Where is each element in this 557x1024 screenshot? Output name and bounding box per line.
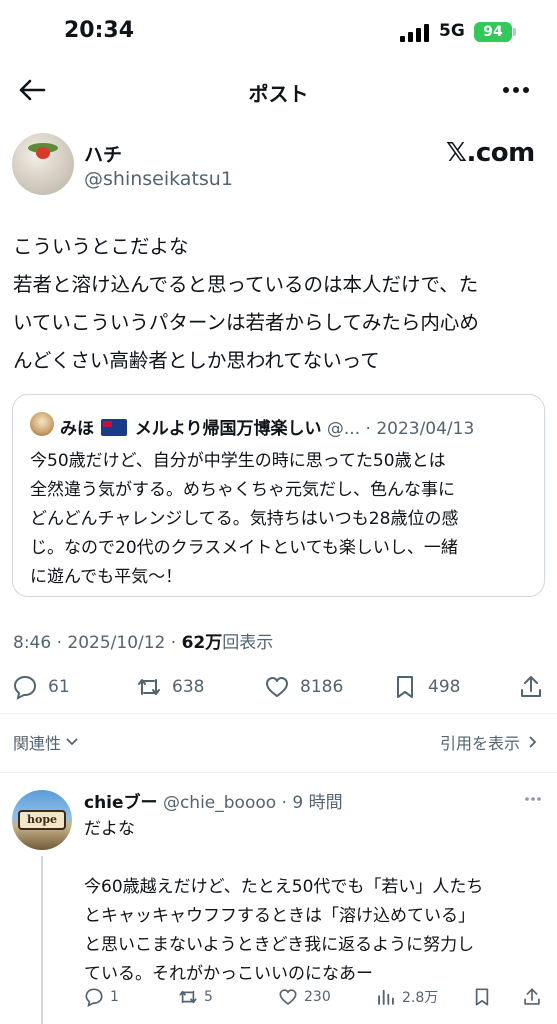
reply-repost-count: 5 [204,989,213,1005]
reply-views-count: 2.8万 [402,990,439,1006]
reply-icon [13,675,37,700]
reply-button[interactable]: 61 [12,674,70,700]
reply-handle-time: @chie_boooo · 9 時間 [162,793,343,813]
reply-text-line: ている。それがかっこいいのになあー [84,964,373,984]
post-text: こういうとこだよな 若者と溶け込んでると思っているのは本人だけで、た いていこう… [13,228,545,380]
divider [0,713,557,714]
bookmark-icon [397,676,413,698]
heart-icon [279,989,297,1005]
quoted-text-line: じ。なので20代のクラスメイトといても楽しいし、一緒 [30,538,458,558]
reply-repost-button[interactable]: 5 [178,986,213,1008]
repost-icon [179,990,197,1004]
reply-text-line: と思いこまないようときどき我に返るように努力し [84,935,475,955]
post-meta: 8:46 · 2025/10/12 · 62万回表示 [13,628,273,653]
view-quotes-link[interactable]: 引用を表示 [440,730,540,754]
chevron-down-icon [66,738,78,746]
reply-reply-count: 1 [110,989,119,1005]
author-handle[interactable]: @shinseikatsu1 [84,168,233,190]
chevron-right-icon [529,736,537,748]
bookmark-icon [475,988,489,1006]
reply-reply-button[interactable]: 1 [84,986,119,1008]
like-count: 8186 [300,677,344,697]
views-chart-icon [378,989,394,1005]
bookmark-count: 498 [428,677,461,697]
share-icon [521,676,541,697]
reply-text-line: 今60歳越えだけど、たとえ50代でも「若い」人たち [84,877,484,897]
quoted-text-line: 今50歳だけど、自分が中学生の時に思ってた50歳とは [30,451,446,471]
repost-count: 638 [172,677,205,697]
more-options-icon[interactable] [502,86,530,94]
share-icon [524,988,540,1005]
signal-icon [400,24,432,42]
reply-icon [85,988,103,1007]
avatar-sign: hope [18,810,66,830]
bookmark-button[interactable]: 498 [392,674,460,700]
reply-like-count: 230 [304,989,331,1005]
like-button[interactable]: 8186 [264,674,343,700]
post-text-line: いていこういうパターンは若者からしてみたら内心め [13,311,479,334]
post-text-line: 若者と溶け込んでると思っているのは本人だけで、た [13,273,479,296]
views-label: 回表示 [222,633,274,653]
post-timestamp: 8:46 · 2025/10/12 · [13,633,182,653]
quoted-author-avatar [30,412,54,436]
quoted-handle-date: @... · 2023/04/13 [326,419,475,439]
quoted-author-name-suffix: メルより帰国万博楽しい [134,419,322,439]
thread-line [41,856,43,1024]
view-quotes-label: 引用を表示 [440,734,521,753]
sort-label: 関連性 [13,734,62,753]
reply-text: だよな 今60歳越えだけど、たとえ50代でも「若い」人たち とキャッキャウフフす… [84,815,544,989]
reply-author-avatar[interactable]: hope [12,790,72,850]
repost-button[interactable]: 638 [136,674,204,700]
quoted-text-line: に遊んでも平気〜！ [30,567,183,587]
reply-share-button[interactable] [522,986,548,1008]
xcom-logo: 𝕏.com [446,138,535,168]
battery-cap [513,28,516,36]
reply-text-line: とキャッキャウフフするときは「溶け込めている」 [84,906,475,926]
status-time: 20:34 [64,18,135,43]
battery-level: 94 [483,24,503,40]
heart-icon [266,677,288,697]
repost-icon [138,679,160,695]
quoted-post-text: 今50歳だけど、自分が中学生の時に思ってた50歳とは 全然違う気がする。めちゃく… [30,447,530,592]
network-label: 5G [439,21,465,41]
reply-like-button[interactable]: 230 [278,986,331,1008]
quoted-text-line: 全然違う気がする。めちゃくちゃ元気だし、色んな事に [30,480,455,500]
reply-author-name[interactable]: chieブー [84,793,158,813]
post-text-line: んどくさい高齢者としか思われてないって [13,349,380,372]
author-avatar[interactable] [12,133,74,195]
sort-dropdown[interactable]: 関連性 [13,730,79,754]
reply-views-button[interactable]: 2.8万 [376,986,438,1008]
author-name[interactable]: ハチ [84,140,122,167]
reply-bookmark-button[interactable] [472,986,498,1008]
share-button[interactable] [518,674,554,700]
quoted-author-name: みほ [60,419,94,439]
post-text-line: こういうとこだよな [13,235,189,258]
reply-more-icon[interactable] [524,796,542,802]
reply-header: chieブー @chie_boooo · 9 時間 [84,788,343,813]
battery-icon: 94 [474,22,512,42]
divider [0,772,557,773]
reply-count: 61 [48,677,70,697]
australia-flag-icon [101,419,128,436]
quoted-post-header: みほ メルより帰国万博楽しい @... · 2023/04/13 [60,414,538,439]
quoted-text-line: どんどんチャレンジしてる。気持ちはいつも28歳位の感 [30,509,459,529]
reply-text-line: だよな [84,819,135,839]
views-count: 62万 [181,633,223,653]
page-title: ポスト [248,82,309,106]
